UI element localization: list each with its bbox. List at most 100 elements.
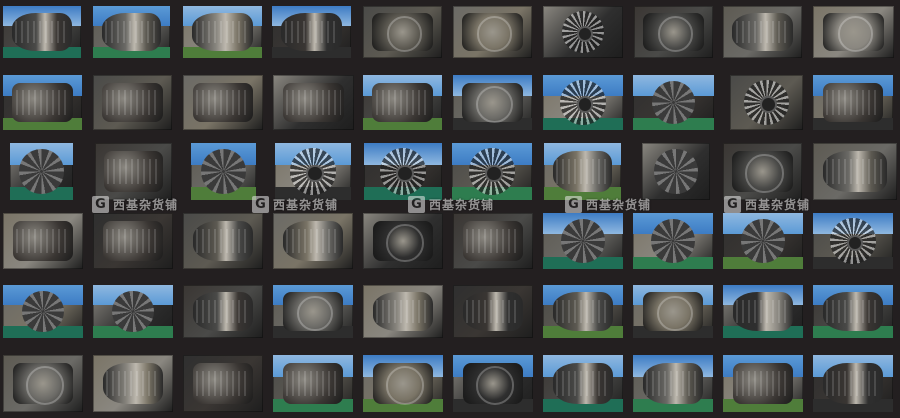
engine-photo-thumbnail: [723, 143, 802, 200]
jet-engine-icon: [93, 355, 173, 412]
engine-photo-thumbnail: [3, 6, 81, 58]
engine-closeup-icon: [453, 355, 533, 412]
jet-engine-icon: [543, 355, 623, 412]
jet-engine-icon: [183, 6, 262, 58]
engine-photo-thumbnail: [93, 285, 173, 338]
engine-photo-thumbnail: [543, 75, 623, 130]
piston-engine-icon: [183, 75, 263, 130]
engine-photo-thumbnail: [633, 355, 713, 412]
engine-photo-thumbnail: [813, 355, 893, 412]
engine-photo-thumbnail: [363, 213, 443, 269]
jet-engine-icon: [723, 6, 802, 58]
radial-engine-icon: [642, 143, 710, 200]
engine-photo-thumbnail: [453, 213, 533, 269]
engine-photo-thumbnail: [183, 6, 262, 58]
jet-engine-icon: [273, 213, 353, 269]
engine-photo-thumbnail: [273, 285, 353, 338]
engine-photo-thumbnail: [273, 75, 354, 130]
engine-photo-thumbnail: [543, 355, 623, 412]
piston-engine-icon: [273, 75, 354, 130]
engine-photo-thumbnail: [543, 285, 623, 338]
engine-closeup-icon: [453, 75, 532, 130]
engine-closeup-icon: [3, 355, 83, 412]
piston-engine-icon: [3, 75, 82, 130]
engine-photo-thumbnail: [813, 75, 893, 130]
engine-photo-thumbnail: [93, 355, 173, 412]
jet-engine-icon: [633, 355, 713, 412]
jet-engine-icon: [723, 285, 803, 338]
engine-photo-thumbnail: [723, 6, 802, 58]
radial-engine-icon: [3, 285, 83, 338]
jet-engine-icon: [813, 355, 893, 412]
turbine-front-icon: [813, 213, 893, 269]
engine-photo-thumbnail: [3, 285, 83, 338]
engine-photo-thumbnail: [453, 355, 533, 412]
jet-engine-icon: [813, 143, 897, 200]
engine-photo-thumbnail: [813, 143, 897, 200]
piston-engine-icon: [3, 213, 83, 269]
engine-photo-thumbnail: [191, 143, 256, 200]
radial-engine-icon: [543, 213, 623, 269]
engine-photo-thumbnail: [633, 285, 713, 338]
engine-photo-thumbnail: [93, 6, 170, 58]
engine-photo-thumbnail: [633, 75, 714, 130]
engine-photo-thumbnail: [273, 213, 353, 269]
piston-engine-icon: [95, 143, 172, 200]
photo-grid: [0, 0, 900, 418]
radial-engine-icon: [191, 143, 256, 200]
engine-photo-thumbnail: [543, 213, 623, 269]
turbine-front-icon: [452, 143, 532, 200]
engine-photo-thumbnail: [453, 75, 532, 130]
jet-engine-icon: [544, 143, 621, 200]
engine-photo-thumbnail: [813, 213, 893, 269]
radial-engine-icon: [723, 213, 803, 269]
engine-photo-thumbnail: [93, 213, 173, 269]
engine-photo-thumbnail: [183, 213, 263, 269]
engine-photo-thumbnail: [3, 75, 82, 130]
piston-engine-icon: [723, 355, 803, 412]
engine-photo-thumbnail: [723, 285, 803, 338]
jet-engine-icon: [3, 6, 81, 58]
engine-closeup-icon: [363, 213, 443, 269]
engine-photo-thumbnail: [723, 355, 803, 412]
engine-photo-thumbnail: [364, 143, 442, 200]
piston-engine-icon: [93, 213, 173, 269]
jet-engine-icon: [453, 285, 533, 338]
engine-photo-thumbnail: [453, 285, 533, 338]
engine-photo-thumbnail: [363, 285, 443, 338]
engine-photo-thumbnail: [363, 75, 442, 130]
engine-photo-thumbnail: [363, 6, 442, 58]
turbine-front-icon: [275, 143, 351, 200]
jet-engine-icon: [363, 285, 443, 338]
engine-closeup-icon: [633, 285, 713, 338]
engine-photo-thumbnail: [633, 213, 713, 269]
engine-photo-thumbnail: [544, 143, 621, 200]
engine-closeup-icon: [813, 6, 894, 58]
engine-closeup-icon: [273, 285, 353, 338]
engine-photo-thumbnail: [183, 285, 263, 338]
engine-photo-thumbnail: [3, 213, 83, 269]
engine-closeup-icon: [723, 143, 802, 200]
jet-engine-icon: [813, 285, 893, 338]
engine-closeup-icon: [453, 6, 532, 58]
engine-photo-thumbnail: [183, 355, 263, 412]
engine-photo-thumbnail: [723, 213, 803, 269]
piston-engine-icon: [183, 355, 263, 412]
turbine-front-icon: [543, 6, 623, 58]
piston-engine-icon: [813, 75, 893, 130]
engine-photo-thumbnail: [543, 6, 623, 58]
engine-photo-thumbnail: [95, 143, 172, 200]
engine-photo-thumbnail: [730, 75, 803, 130]
engine-photo-thumbnail: [183, 75, 263, 130]
engine-photo-thumbnail: [813, 285, 893, 338]
engine-closeup-icon: [634, 6, 713, 58]
engine-photo-thumbnail: [813, 6, 894, 58]
engine-closeup-icon: [363, 355, 443, 412]
turbine-front-icon: [730, 75, 803, 130]
piston-engine-icon: [453, 213, 533, 269]
piston-engine-icon: [363, 75, 442, 130]
jet-engine-icon: [183, 213, 263, 269]
engine-photo-thumbnail: [272, 6, 351, 58]
radial-engine-icon: [633, 213, 713, 269]
engine-photo-thumbnail: [93, 75, 172, 130]
